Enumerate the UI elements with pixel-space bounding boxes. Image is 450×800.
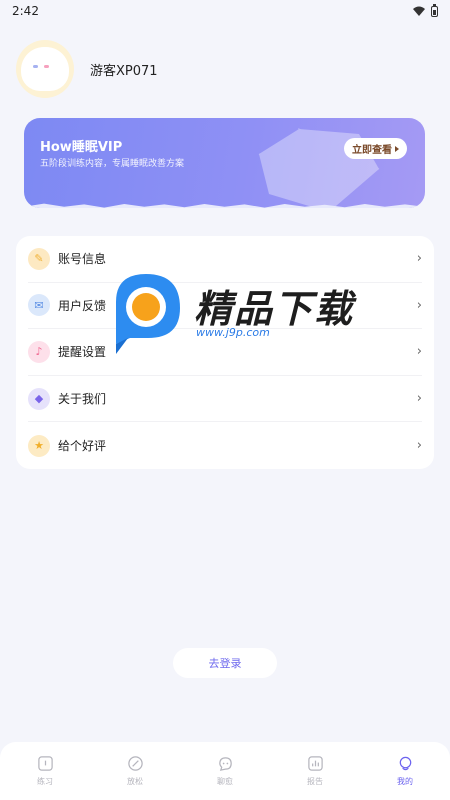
watermark-logo-icon <box>116 274 180 354</box>
status-time: 2:42 <box>12 4 39 18</box>
chevron-right-icon: › <box>416 251 422 267</box>
battery-icon <box>431 3 438 17</box>
tab-label: 聊愈 <box>217 777 233 786</box>
tab-label: 报告 <box>307 777 323 786</box>
tab-relax[interactable]: 放松 <box>90 755 180 787</box>
watermark-text: 精品下载 <box>194 287 355 331</box>
menu-item-label: 给个好评 <box>58 439 107 454</box>
menu-item-label: 关于我们 <box>58 392 107 407</box>
chevron-right-icon: › <box>416 344 422 360</box>
chat-icon <box>218 757 232 771</box>
tab-label: 我的 <box>397 777 413 786</box>
tab-label: 练习 <box>37 777 53 786</box>
tab-label: 放松 <box>127 777 143 786</box>
diamond-icon: ◆ <box>28 387 50 410</box>
play-arrow-icon <box>395 145 399 152</box>
home-icon <box>37 756 53 771</box>
status-icons <box>413 3 438 17</box>
screen: 2:42 游客XP071 How睡眠VIP 五阶段训练内容，专属睡眠改善方案 立… <box>0 0 450 800</box>
vip-view-button-label: 立即查看 <box>352 145 392 156</box>
bell-icon: ♪ <box>28 340 50 363</box>
menu-item-about[interactable]: ◆ 关于我们 › <box>28 376 422 423</box>
star-icon: ★ <box>28 434 50 457</box>
watermark: 精品下载 www.j9p.com <box>108 272 358 357</box>
vip-title: How睡眠VIP <box>40 140 123 155</box>
tab-chat[interactable]: 聊愈 <box>180 755 270 787</box>
sheep-avatar-icon <box>24 50 66 88</box>
status-bar: 2:42 <box>0 0 450 22</box>
tab-mine[interactable]: 我的 <box>360 755 450 787</box>
chevron-right-icon: › <box>416 438 422 454</box>
profile-header[interactable]: 游客XP071 <box>16 40 158 98</box>
compass-icon <box>127 756 143 771</box>
tab-practice[interactable]: 练习 <box>0 755 90 787</box>
login-button[interactable]: 去登录 <box>173 648 277 678</box>
menu-item-label: 账号信息 <box>58 252 107 267</box>
vip-view-button[interactable]: 立即查看 <box>344 138 407 159</box>
avatar[interactable] <box>16 40 74 98</box>
mail-icon: ✉ <box>28 294 50 317</box>
menu-item-rate[interactable]: ★ 给个好评 › <box>28 422 422 469</box>
chevron-right-icon: › <box>416 391 422 407</box>
vip-banner[interactable]: How睡眠VIP 五阶段训练内容，专属睡眠改善方案 立即查看 <box>24 118 425 208</box>
profile-icon <box>399 756 411 771</box>
chevron-right-icon: › <box>416 297 422 313</box>
tab-report[interactable]: 报告 <box>270 755 360 787</box>
bottom-tab-bar: 练习 放松 聊愈 报告 我的 <box>0 742 450 800</box>
pencil-icon: ✎ <box>28 247 50 270</box>
wifi-icon <box>413 6 425 16</box>
watermark-url: www.j9p.com <box>196 326 270 339</box>
chart-icon <box>307 756 323 771</box>
vip-subtitle: 五阶段训练内容，专属睡眠改善方案 <box>40 159 185 169</box>
gem-decoration-icon <box>258 127 380 208</box>
username: 游客XP071 <box>90 63 158 79</box>
